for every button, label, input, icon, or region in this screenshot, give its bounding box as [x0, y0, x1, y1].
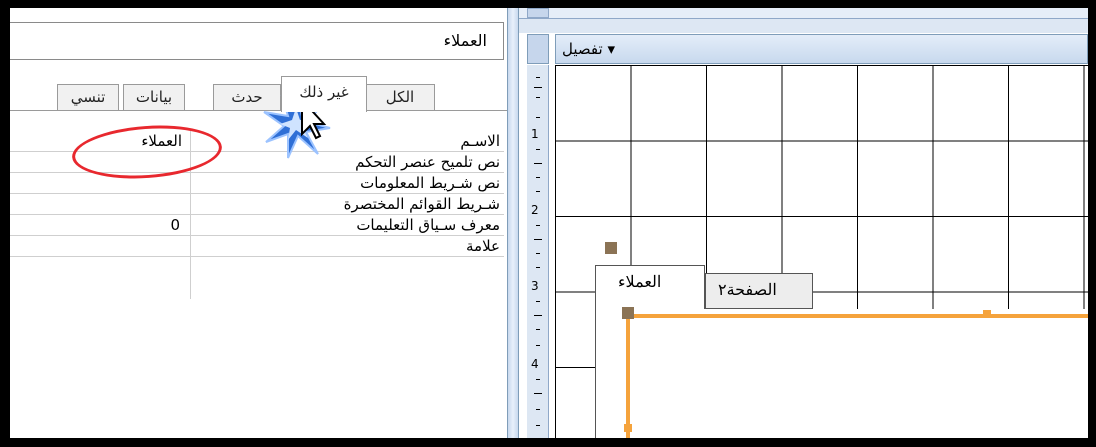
property-label: معرف سـياق التعليمات: [356, 216, 500, 234]
tab-control-page-2[interactable]: الصفحة٢: [705, 273, 813, 309]
property-value[interactable]: 0: [10, 216, 180, 234]
ruler-number: 1: [531, 127, 539, 141]
property-label: شـريط القوائم المختصرة: [343, 195, 500, 213]
tab-other[interactable]: غير ذلك: [281, 76, 367, 112]
property-row-statusbar[interactable]: نص شـريط المعلومات: [10, 173, 504, 194]
ruler-corner[interactable]: [527, 8, 549, 18]
property-sheet: العملاء الكل غير ذلك حدث بيانات تنسي الع…: [10, 8, 507, 438]
tab-all[interactable]: الكل: [365, 84, 435, 110]
tab-control-page-1-label: العملاء: [618, 272, 662, 291]
vertical-ruler: 1 2 3 4: [527, 65, 549, 438]
tab-control[interactable]: الصفحة٢ العملاء: [595, 265, 1088, 438]
object-selector-value: العملاء: [443, 31, 487, 50]
property-label: نص تلميح عنصر التحكم: [355, 153, 500, 171]
ruler-number: 3: [531, 279, 539, 293]
property-label: علامة: [466, 237, 500, 255]
selection-border-top: [626, 314, 1088, 318]
property-row-help-context[interactable]: 0 معرف سـياق التعليمات: [10, 215, 504, 236]
section-gap: [519, 19, 1088, 33]
object-selector[interactable]: العملاء: [10, 22, 504, 60]
move-handle[interactable]: [605, 242, 617, 254]
tab-control-page-body[interactable]: [595, 309, 1088, 438]
section-selector[interactable]: [527, 34, 549, 64]
property-row-tag[interactable]: علامة: [10, 236, 504, 257]
property-label: نص شـريط المعلومات: [360, 174, 500, 192]
tab-data[interactable]: بيانات: [123, 84, 185, 110]
tab-divider: [10, 110, 507, 111]
sizing-handle[interactable]: [983, 310, 991, 318]
property-label: الاسـم: [460, 132, 500, 150]
selection-border-left: [626, 314, 630, 438]
section-bar: تفصيل ▾: [519, 33, 1088, 65]
move-handle[interactable]: [622, 307, 634, 319]
ruler-number: 4: [531, 357, 539, 371]
horizontal-ruler: [519, 8, 1088, 19]
access-window: العملاء الكل غير ذلك حدث بيانات تنسي الع…: [10, 8, 1088, 438]
tab-control-page-1[interactable]: العملاء: [595, 265, 705, 309]
property-tabs: الكل غير ذلك حدث بيانات تنسي: [10, 76, 507, 112]
ruler-number: 2: [531, 203, 539, 217]
detail-section-header[interactable]: تفصيل ▾: [555, 34, 1088, 64]
tab-control-page-2-label: الصفحة٢: [718, 280, 777, 299]
property-row-shortcut-menu[interactable]: شـريط القوائم المختصرة: [10, 194, 504, 215]
pane-splitter[interactable]: [507, 8, 519, 438]
detail-section-title: تفصيل ▾: [562, 40, 615, 58]
sizing-handle[interactable]: [624, 424, 632, 432]
tab-format[interactable]: تنسي: [57, 84, 119, 110]
